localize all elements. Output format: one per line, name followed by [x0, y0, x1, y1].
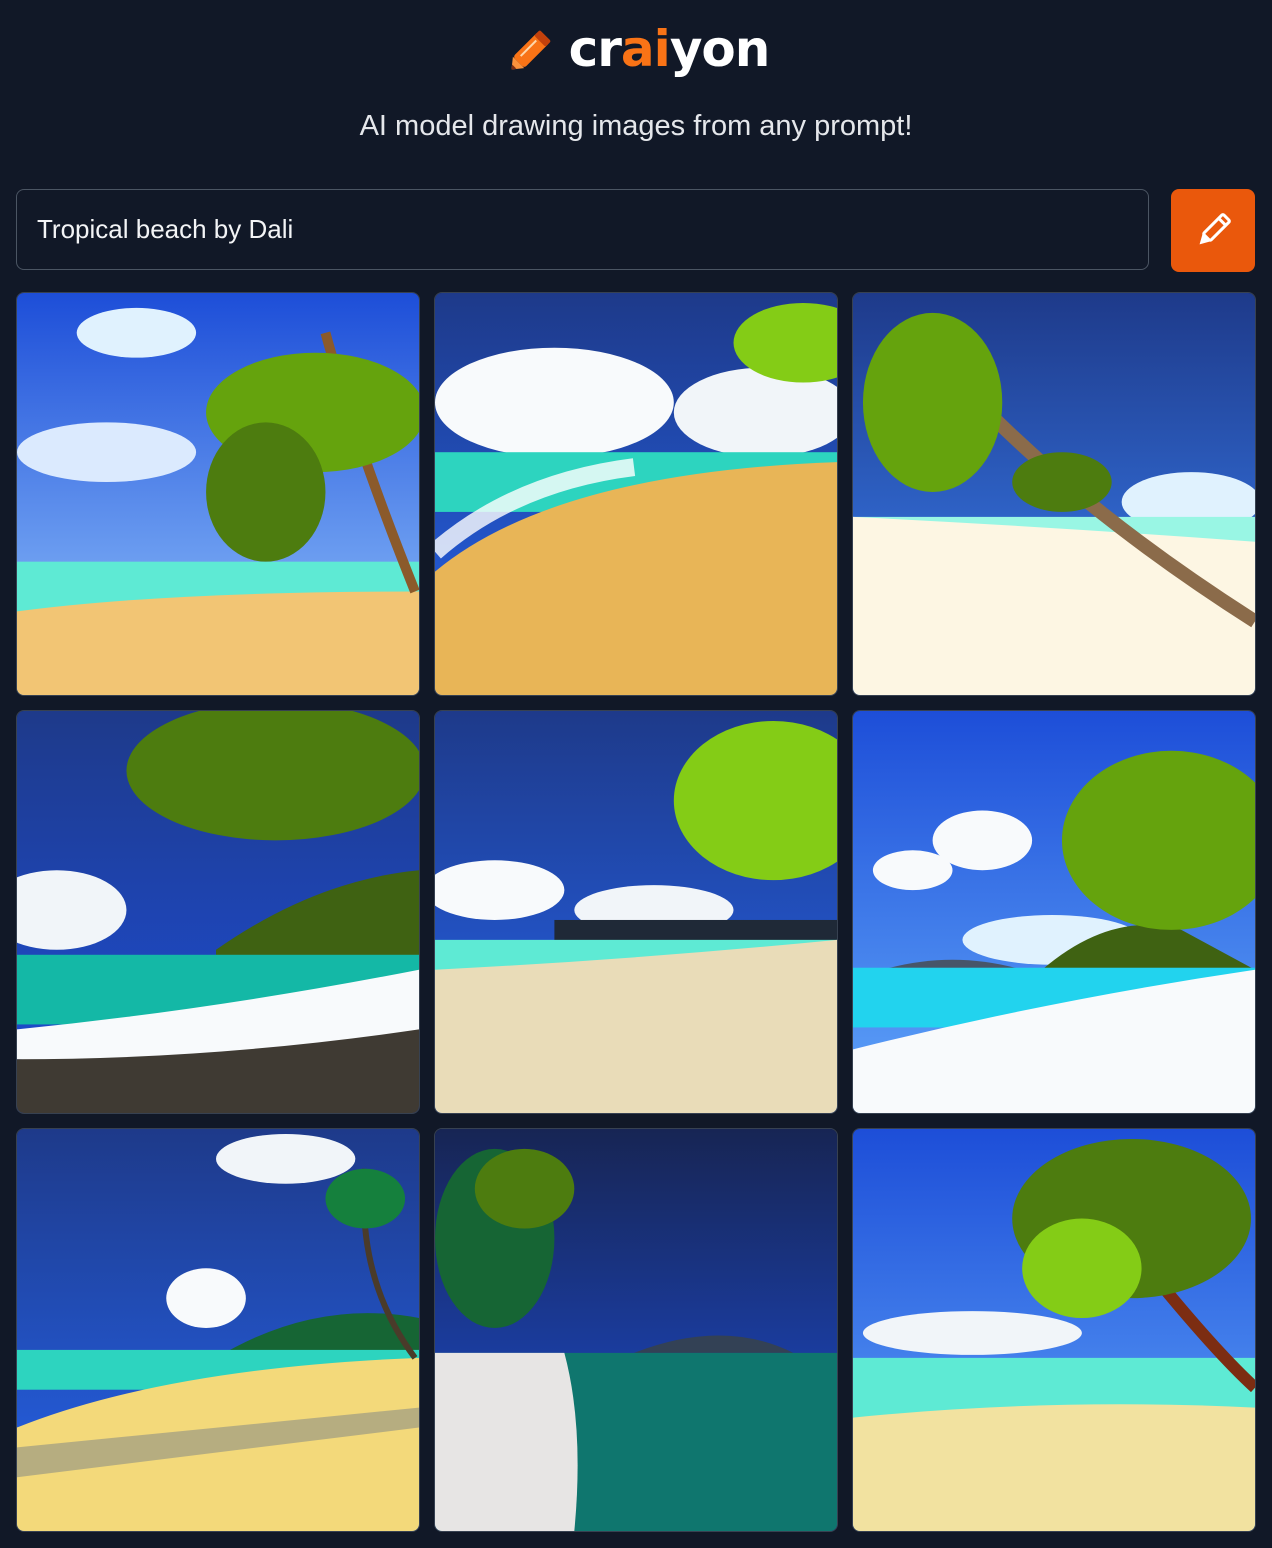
brand-name-end: yon — [669, 20, 771, 78]
brand-name: craiyon — [569, 24, 771, 74]
beach-image-8 — [435, 1129, 837, 1531]
beach-image-3 — [853, 293, 1255, 695]
prompt-field[interactable] — [16, 189, 1149, 270]
brand-logo[interactable]: craiyon — [0, 20, 1272, 78]
draw-button[interactable] — [1171, 189, 1255, 272]
beach-image-7 — [17, 1129, 419, 1531]
generated-image[interactable] — [852, 292, 1256, 696]
brand-name-accent: ai — [620, 20, 671, 78]
generated-image[interactable] — [16, 1128, 420, 1532]
generated-image[interactable] — [852, 710, 1256, 1114]
generated-image[interactable] — [434, 710, 838, 1114]
generated-image[interactable] — [852, 1128, 1256, 1532]
prompt-input[interactable] — [17, 190, 1148, 269]
beach-image-9 — [853, 1129, 1255, 1531]
generated-image[interactable] — [434, 1128, 838, 1532]
beach-image-4 — [17, 711, 419, 1113]
beach-image-1 — [17, 293, 419, 695]
generated-image[interactable] — [16, 710, 420, 1114]
tagline: AI model drawing images from any prompt! — [359, 110, 913, 142]
beach-image-5 — [435, 711, 837, 1113]
beach-image-6 — [853, 711, 1255, 1113]
generated-image[interactable] — [434, 292, 838, 696]
brand-name-start: cr — [568, 20, 622, 78]
pencil-icon — [1199, 212, 1231, 244]
beach-image-2 — [435, 293, 837, 695]
image-grid — [16, 292, 1256, 1532]
crayon-icon — [511, 30, 550, 70]
generated-image[interactable] — [16, 292, 420, 696]
